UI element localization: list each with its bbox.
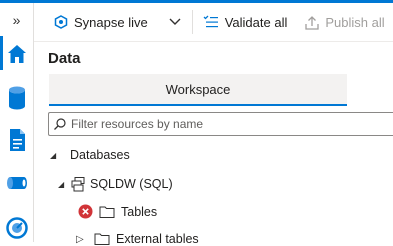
database-icon xyxy=(8,86,25,110)
tree-item-databases[interactable]: ◢ Databases xyxy=(50,148,130,162)
left-nav-rail: » xyxy=(0,3,34,242)
expand-nav-button[interactable]: » xyxy=(0,9,33,31)
synapse-icon xyxy=(54,15,68,29)
tree-label-databases: Databases xyxy=(70,148,130,162)
panel-title: Data xyxy=(48,50,81,67)
publish-all-label: Publish all xyxy=(325,14,385,30)
collapsed-caret-icon: ▷ xyxy=(76,233,84,245)
filter-search-box xyxy=(48,112,393,136)
pipeline-icon xyxy=(6,177,27,189)
nav-monitor[interactable] xyxy=(0,215,33,241)
expanded-caret-icon: ◢ xyxy=(58,179,65,189)
toolbar-separator xyxy=(191,10,193,34)
publish-all-button[interactable]: Publish all xyxy=(299,3,390,41)
validate-list-icon xyxy=(203,15,218,28)
filter-resources-input[interactable] xyxy=(71,117,371,131)
folder-icon xyxy=(99,206,115,218)
nav-home[interactable] xyxy=(0,41,33,67)
nav-data[interactable] xyxy=(0,83,33,113)
data-panel: Data Workspace ◢ Databases ◢ SQLDW (SQL)… xyxy=(34,42,393,246)
search-icon xyxy=(54,118,66,130)
tree-label-sqldw: SQLDW (SQL) xyxy=(90,177,173,191)
tab-workspace[interactable]: Workspace xyxy=(49,74,347,106)
nav-integrate[interactable] xyxy=(0,171,33,195)
expanded-caret-icon: ◢ xyxy=(50,150,57,160)
document-icon xyxy=(9,129,25,151)
monitor-gauge-icon xyxy=(5,217,28,239)
nav-develop[interactable] xyxy=(0,127,33,153)
home-icon xyxy=(7,45,26,63)
validate-all-label: Validate all xyxy=(224,14,288,30)
chevron-down-icon xyxy=(169,18,181,25)
upload-icon xyxy=(305,15,320,30)
tab-workspace-label: Workspace xyxy=(165,81,231,97)
synapse-live-selector[interactable]: Synapse live xyxy=(48,3,188,41)
tree-item-sqldw[interactable]: ◢ SQLDW (SQL) xyxy=(58,176,173,192)
tree-item-tables[interactable]: Tables xyxy=(78,204,157,219)
folder-icon xyxy=(94,233,110,245)
validate-all-button[interactable]: Validate all xyxy=(197,3,294,41)
error-icon xyxy=(78,204,93,219)
synapse-live-label: Synapse live xyxy=(74,14,148,30)
tree-item-external-tables[interactable]: ▷ External tables xyxy=(76,232,199,246)
tree-label-tables: Tables xyxy=(121,204,158,219)
sql-pool-icon xyxy=(71,177,85,192)
workspace-toolbar: Synapse live Validate all Publish all xyxy=(34,3,393,42)
double-chevron-icon: » xyxy=(12,12,21,28)
tree-label-external-tables: External tables xyxy=(116,232,199,246)
